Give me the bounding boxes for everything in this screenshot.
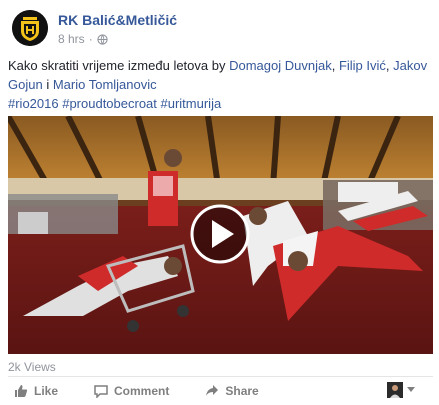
share-button[interactable]: Share	[205, 384, 259, 398]
tag-link-duvnjak[interactable]: Domagoj Duvnjak	[229, 58, 332, 73]
like-button[interactable]: Like	[14, 384, 58, 398]
user-avatar	[387, 382, 403, 398]
comment-bubble-icon	[94, 385, 108, 398]
page-name[interactable]: RK Balić&Metličić	[58, 12, 177, 28]
tag-separator: ,	[331, 58, 339, 73]
user-photo-icon	[387, 382, 403, 398]
video-frame-image	[8, 116, 433, 354]
page-avatar[interactable]	[12, 10, 48, 46]
post-actions-bar: Like Comment Share	[8, 380, 433, 402]
thumbs-up-icon	[15, 385, 28, 397]
globe-icon	[97, 33, 108, 45]
post-meta: 8 hrs ·	[58, 32, 108, 46]
meta-separator: ·	[88, 32, 93, 46]
actions-divider	[8, 376, 433, 377]
tag-link-tomljanovic[interactable]: Mario Tomljanovic	[53, 77, 157, 92]
post-text-intro: Kako skratiti vrijeme između letova by	[8, 58, 230, 73]
facebook-post-card: RK Balić&Metličić 8 hrs · Kako skratiti …	[0, 0, 439, 405]
tag-and: i	[42, 77, 53, 92]
video-view-count: 2k Views	[8, 360, 56, 374]
hashtag-links[interactable]: #rio2016 #proudtobecroat #uritmurija	[8, 96, 221, 111]
post-time[interactable]: 8 hrs	[58, 32, 85, 46]
like-label: Like	[34, 384, 59, 398]
comment-button[interactable]: Comment	[94, 384, 169, 398]
share-arrow-icon	[206, 385, 219, 396]
share-label: Share	[225, 384, 259, 398]
video-player[interactable]	[8, 116, 433, 354]
post-text: Kako skratiti vrijeme između letova by D…	[8, 56, 428, 113]
post-as-selector[interactable]	[387, 382, 415, 398]
handball-club-logo-icon	[12, 10, 48, 46]
comment-label: Comment	[114, 384, 170, 398]
tag-link-ivic[interactable]: Filip Ivić	[339, 58, 386, 73]
dropdown-caret-icon	[407, 387, 415, 392]
